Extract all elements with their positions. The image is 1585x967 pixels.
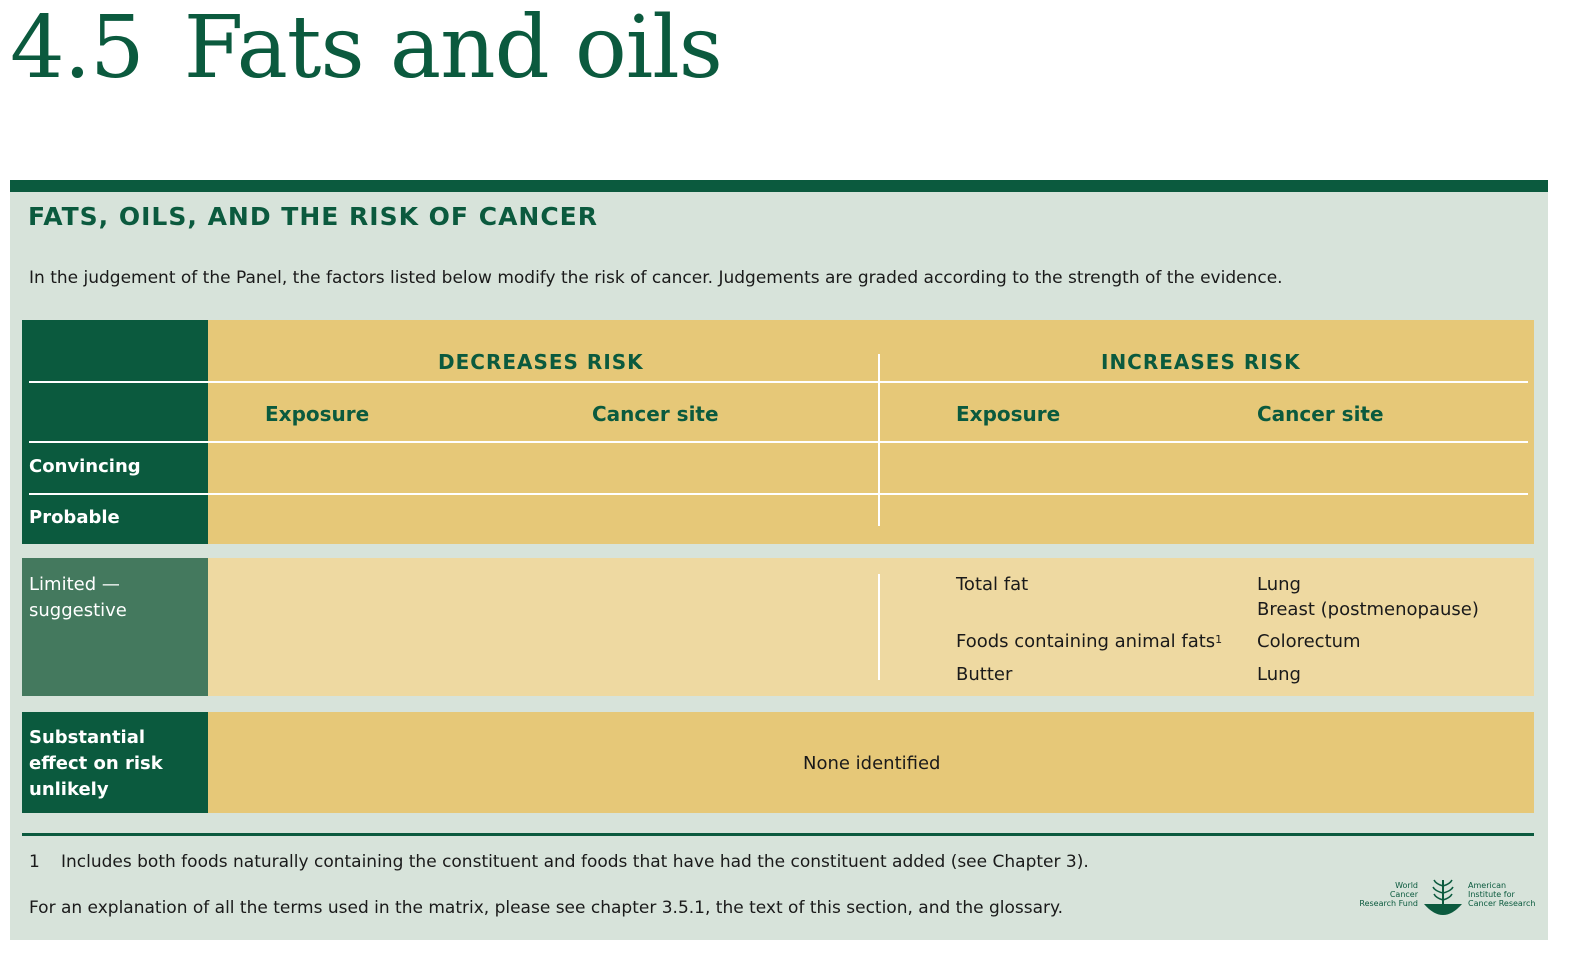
divider-col-header: [29, 441, 1528, 443]
box-title: FATS, OILS, AND THE RISK OF CANCER: [28, 202, 599, 231]
row-label-convincing: Convincing: [29, 456, 141, 477]
none-identified: None identified: [803, 753, 941, 774]
explanation-note: For an explanation of all the terms used…: [29, 898, 1064, 918]
decreases-cancer-site-header: Cancer site: [592, 402, 719, 426]
logo-emblem-icon: [1424, 879, 1462, 915]
footnote-text: Includes both foods naturally containing…: [61, 852, 1089, 872]
divider-vertical: [878, 354, 880, 526]
matrix-substantial-block: Substantial effect on risk unlikely None…: [22, 712, 1534, 813]
logo-text-wcrf: World Cancer Research Fund: [1356, 881, 1418, 908]
row-label-limited-line2: suggestive: [29, 600, 127, 621]
limited-exposure-animal-fats-text: Foods containing animal fats: [956, 631, 1216, 652]
logo-aicr-line2: Institute for: [1468, 890, 1515, 899]
matrix-header-area: [208, 320, 1534, 544]
divider-convincing: [29, 493, 1528, 495]
box-top-bar: [10, 180, 1548, 192]
increases-risk-header: INCREASES RISK: [1101, 350, 1301, 374]
box-intro: In the judgement of the Panel, the facto…: [29, 268, 1283, 288]
logo-aicr-line1: American: [1468, 881, 1507, 890]
row-label-limited: Limited — suggestive: [29, 572, 127, 624]
row-label-substantial-line3: unlikely: [29, 779, 109, 800]
row-label-limited-line1: Limited —: [29, 574, 120, 595]
divider-group-header: [29, 381, 1528, 383]
increases-cancer-site-header: Cancer site: [1257, 402, 1384, 426]
summary-box: FATS, OILS, AND THE RISK OF CANCER In th…: [10, 180, 1548, 940]
divider-vertical-limited: [878, 574, 880, 680]
limited-site-lung: Lung: [1257, 574, 1301, 595]
row-label-substantial-line1: Substantial: [29, 727, 146, 748]
wcrf-aicr-logo: World Cancer Research Fund American Inst…: [1356, 876, 1538, 922]
footnote-rule: [22, 833, 1534, 836]
logo-wcrf-line2: Cancer: [1389, 890, 1418, 899]
row-label-probable: Probable: [29, 507, 120, 528]
decreases-exposure-header: Exposure: [265, 402, 370, 426]
limited-site-colorectum: Colorectum: [1257, 631, 1361, 652]
row-label-substantial-line2: effect on risk: [29, 753, 163, 774]
limited-exposure-animal-fats: Foods containing animal fats1: [956, 629, 1222, 655]
limited-site-lung-butter: Lung: [1257, 664, 1301, 685]
matrix-main-block: DECREASES RISK INCREASES RISK Exposure C…: [22, 320, 1534, 544]
chapter-name: Fats and oils: [183, 0, 723, 98]
footnote-marker: 1: [1215, 633, 1223, 646]
logo-wcrf-line1: World: [1395, 881, 1418, 890]
limited-area: [208, 558, 1534, 696]
footnote-1: 1 Includes both foods naturally containin…: [29, 852, 1089, 872]
limited-exposure-total-fat: Total fat: [956, 574, 1029, 595]
logo-text-aicr: American Institute for Cancer Research: [1468, 881, 1538, 908]
chapter-title: 4.5 Fats and oils: [10, 0, 723, 98]
chapter-number: 4.5: [10, 0, 145, 98]
decreases-risk-header: DECREASES RISK: [438, 350, 644, 374]
logo-wcrf-line3: Research Fund: [1359, 899, 1418, 908]
limited-site-breast: Breast (postmenopause): [1257, 599, 1479, 620]
increases-exposure-header: Exposure: [956, 402, 1061, 426]
matrix-limited-block: Limited — suggestive Total fat Lung Brea…: [22, 558, 1534, 696]
footnote-number: 1: [29, 852, 40, 872]
limited-exposure-butter: Butter: [956, 664, 1013, 685]
row-label-substantial: Substantial effect on risk unlikely: [29, 725, 163, 803]
logo-aicr-line3: Cancer Research: [1468, 899, 1536, 908]
